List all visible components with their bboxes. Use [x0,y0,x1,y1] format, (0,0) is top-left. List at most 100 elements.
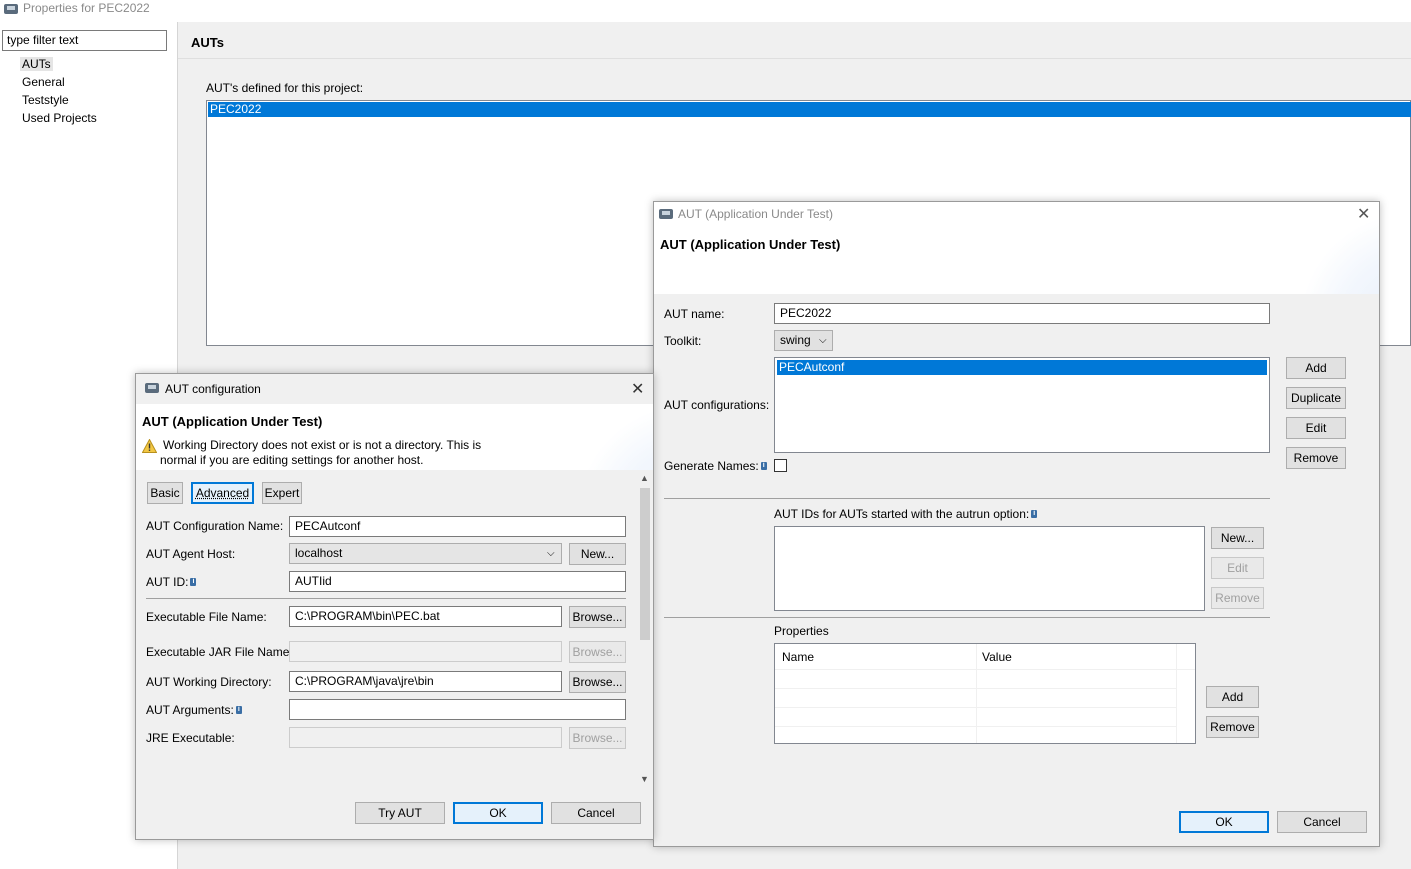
aut-dialog: AUT (Application Under Test) ✕ AUT (Appl… [653,201,1380,847]
agent-host-select[interactable]: localhost ⌵ [289,543,562,564]
tab-expert[interactable]: Expert [262,482,302,504]
tree-item-general[interactable]: General [22,75,65,89]
info-icon: i [190,578,197,586]
column-name: Name [782,650,815,664]
edit-autid-button[interactable]: Edit [1211,557,1264,579]
browse-working-dir-button[interactable]: Browse... [569,671,626,693]
working-dir-field[interactable]: C:\PROGRAM\java\jre\bin [289,671,562,692]
add-property-button[interactable]: Add [1206,686,1259,708]
separator [664,617,1270,618]
browse-jar-button[interactable]: Browse... [569,641,626,663]
app-icon [4,4,18,14]
main-window-title: Properties for PEC2022 [23,1,150,15]
page-title: AUTs [191,35,224,50]
page-header: AUTs [178,22,1411,59]
aut-dialog-title: AUT (Application Under Test) [678,207,833,221]
remove-autid-button[interactable]: Remove [1211,587,1264,609]
toolkit-select[interactable]: swing ⌵ [774,330,833,351]
properties-label: Properties [774,624,829,638]
duplicate-config-button[interactable]: Duplicate [1286,387,1346,409]
column-value: Value [982,650,1012,664]
remove-config-button[interactable]: Remove [1286,447,1346,469]
aut-list-item[interactable]: PEC2022 [208,102,1411,117]
working-dir-label: AUT Working Directory: [146,675,272,689]
config-name-field[interactable]: PECAutconf [289,516,626,537]
tab-basic[interactable]: Basic [147,482,183,504]
toolkit-label: Toolkit: [664,334,702,348]
table-row [775,688,1176,689]
browse-exec-button[interactable]: Browse... [569,606,626,628]
scroll-thumb[interactable] [640,488,650,640]
tree-item-teststyle[interactable]: Teststyle [22,93,69,107]
table-row [775,726,1176,727]
generate-names-checkbox[interactable] [774,459,787,472]
jre-field[interactable] [289,727,562,748]
aut-dialog-heading: AUT (Application Under Test) [660,237,841,252]
aut-name-label: AUT name: [664,307,725,321]
add-config-button[interactable]: Add [1286,357,1346,379]
warning-text-line2: normal if you are editing settings for a… [160,453,424,467]
ok-button[interactable]: OK [1179,811,1269,833]
info-icon: i [1031,510,1038,518]
aut-id-field[interactable]: AUTIid [289,571,626,592]
arguments-field[interactable] [289,699,626,720]
new-agent-host-button[interactable]: New... [569,543,626,565]
config-cancel-button[interactable]: Cancel [551,802,641,824]
config-dialog-title-bar: AUT configuration ✕ [136,374,653,404]
config-dialog-icon [145,383,159,393]
config-list-item[interactable]: PECAutconf [777,360,1267,375]
tree-item-used-projects[interactable]: Used Projects [22,111,97,125]
aut-id-label: AUT ID: i [146,575,197,589]
table-row [775,707,1176,708]
info-icon: i [760,462,767,470]
try-aut-button[interactable]: Try AUT [355,802,445,824]
chevron-down-icon: ⌵ [819,335,827,346]
aut-dialog-icon [659,209,673,219]
tab-advanced[interactable]: Advanced [191,482,254,504]
exec-file-label: Executable File Name: [146,610,267,624]
separator [146,598,626,599]
auts-defined-label: AUT's defined for this project: [206,81,364,95]
config-name-label: AUT Configuration Name: [146,519,284,533]
browse-jre-button[interactable]: Browse... [569,727,626,749]
info-icon: i [235,706,242,714]
arguments-label: AUT Arguments: i [146,703,242,717]
agent-host-value: localhost [295,546,343,560]
tree-item-auts[interactable]: AUTs [20,57,53,71]
close-icon[interactable]: ✕ [1357,204,1370,224]
properties-table[interactable]: Name Value [774,643,1196,744]
header-decoration [1299,212,1379,294]
filter-input[interactable]: type filter text [2,30,167,51]
config-ok-button[interactable]: OK [453,802,543,824]
header-decoration [576,404,653,470]
autids-list[interactable] [774,526,1205,611]
cancel-button[interactable]: Cancel [1277,811,1367,833]
jre-label: JRE Executable: [146,731,235,745]
main-title-bar: Properties for PEC2022 [0,0,1411,20]
exec-file-field[interactable]: C:\PROGRAM\bin\PEC.bat [289,606,562,627]
toolkit-value: swing [780,333,811,347]
exec-jar-label: Executable JAR File Name: [146,645,293,659]
scroll-down-icon[interactable]: ▼ [640,774,649,784]
close-icon[interactable]: ✕ [631,379,644,399]
column-divider [1176,644,1177,743]
aut-config-dialog: AUT configuration ✕ AUT (Application Und… [135,373,654,840]
scroll-up-icon[interactable]: ▲ [640,473,649,483]
config-dialog-header: AUT (Application Under Test) Working Dir… [136,404,653,470]
column-divider [976,644,977,743]
aut-configurations-list[interactable]: PECAutconf [774,357,1270,453]
warning-icon [142,439,157,453]
agent-host-label: AUT Agent Host: [146,547,236,561]
config-dialog-heading: AUT (Application Under Test) [142,414,323,429]
autids-label: AUT IDs for AUTs started with the autrun… [774,507,1038,521]
exec-jar-field[interactable] [289,641,562,662]
aut-dialog-header: AUT (Application Under Test) ✕ AUT (Appl… [654,202,1379,294]
scrollbar[interactable]: ▲ ▼ [637,472,653,788]
aut-configurations-label: AUT configurations: [664,398,770,412]
remove-property-button[interactable]: Remove [1206,716,1259,738]
aut-name-field[interactable]: PEC2022 [774,303,1270,324]
chevron-down-icon: ⌵ [547,548,555,559]
edit-config-button[interactable]: Edit [1286,417,1346,439]
separator [664,498,1270,499]
new-autid-button[interactable]: New... [1211,527,1264,549]
